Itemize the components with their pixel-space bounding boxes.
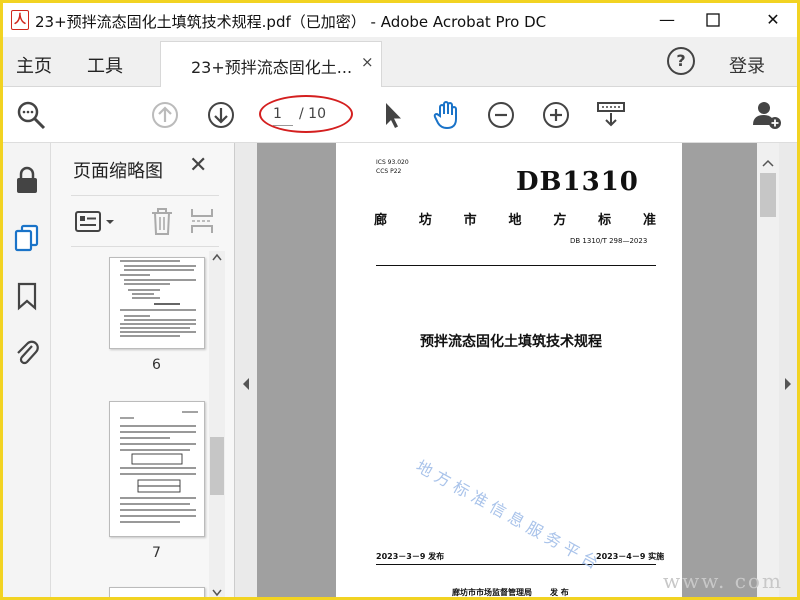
db-code: DB1310 — [516, 167, 639, 197]
window-title: 23+预拌流态固化土填筑技术规程.pdf（已加密） - Adobe Acroba… — [35, 13, 547, 31]
zoom-out-icon[interactable] — [485, 99, 517, 131]
region-char: 标 — [598, 213, 612, 228]
region-heading: 廊 坊 市 地 方 标 准 — [374, 209, 656, 229]
thumbnail-panel: 页面缩略图 ✕ 6 7 — [51, 143, 235, 597]
menu-home[interactable]: 主页 — [16, 52, 52, 78]
document-tab-label: 23+预拌流态固化土... — [191, 58, 353, 77]
zoom-search-icon[interactable] — [15, 99, 47, 131]
ics-code: ICS 93.020 — [376, 159, 409, 166]
page-thumbnails-icon[interactable] — [13, 223, 41, 253]
minimize-button[interactable]: — — [653, 7, 681, 33]
footer-rule — [376, 564, 656, 565]
region-char: 地 — [508, 213, 522, 228]
page-thumbnail[interactable] — [109, 587, 205, 597]
thumbnail-label: 7 — [152, 545, 161, 561]
region-char: 坊 — [418, 213, 432, 228]
help-icon[interactable]: ? — [667, 47, 695, 75]
share-user-icon[interactable] — [751, 99, 783, 131]
scrollbar-thumb[interactable] — [210, 437, 224, 495]
login-button[interactable]: 登录 — [729, 52, 765, 78]
document-tab[interactable]: 23+预拌流态固化土... × — [160, 41, 382, 87]
thumbnail-options-icon[interactable] — [75, 210, 119, 234]
scrollbar-thumb[interactable] — [760, 173, 776, 217]
tool-rail — [3, 143, 51, 597]
tab-close-button[interactable]: × — [361, 53, 374, 71]
header-rule — [376, 265, 656, 266]
toolbar: 1 / 10 — [3, 87, 797, 143]
delete-page-icon[interactable] — [149, 206, 175, 236]
issuer: 廊坊市市场监督管理局 — [452, 588, 532, 597]
page-thumbnail[interactable] — [109, 257, 205, 349]
bookmark-icon[interactable] — [13, 281, 41, 311]
left-collapse-strip[interactable] — [235, 143, 257, 597]
region-char: 方 — [553, 213, 567, 228]
tab-bar: 主页 工具 23+预拌流态固化土... × ? 登录 — [3, 37, 797, 87]
thumbnail-content — [120, 411, 198, 523]
standard-number: DB 1310/T 298—2023 — [570, 237, 648, 245]
publish-date: 2023－3－9 发布 — [376, 552, 445, 561]
pdf-page: ICS 93.020 CCS P22 DB1310 廊 坊 市 地 方 标 准 … — [336, 143, 682, 597]
scroll-up-icon[interactable] — [212, 253, 222, 261]
region-char: 市 — [463, 213, 477, 228]
ccs-code: CCS P22 — [376, 168, 402, 175]
panel-title: 页面缩略图 — [73, 161, 163, 182]
thumbnail-label: 6 — [152, 357, 161, 373]
menu-tools[interactable]: 工具 — [87, 52, 123, 78]
attachment-icon[interactable] — [13, 337, 41, 367]
zoom-in-icon[interactable] — [540, 99, 572, 131]
previous-page-icon[interactable] — [149, 99, 181, 131]
issuer-action: 发 布 — [550, 588, 569, 597]
thumbnail-scrollbar[interactable] — [209, 251, 225, 597]
collapse-left-icon[interactable] — [241, 377, 251, 391]
app-window: 人 23+预拌流态固化土填筑技术规程.pdf（已加密） - Adobe Acro… — [0, 0, 800, 600]
insert-page-icon[interactable] — [189, 206, 215, 236]
lock-icon[interactable] — [13, 165, 41, 195]
document-title: 预拌流态固化土填筑技术规程 — [420, 334, 602, 350]
page-display-icon[interactable] — [595, 99, 627, 131]
panel-toolbar — [71, 195, 219, 247]
expand-right-icon[interactable] — [783, 377, 793, 391]
close-window-button[interactable]: ✕ — [759, 7, 787, 33]
corner-watermark: www. com — [663, 569, 783, 593]
scroll-up-icon[interactable] — [762, 159, 774, 167]
right-collapse-strip[interactable] — [779, 143, 797, 597]
region-char: 准 — [642, 213, 656, 228]
page-thumbnail[interactable] — [109, 401, 205, 537]
thumbnail-content — [120, 260, 196, 337]
maximize-button[interactable] — [699, 7, 727, 33]
panel-close-button[interactable]: ✕ — [189, 153, 207, 178]
maximize-icon — [706, 13, 720, 27]
next-page-icon[interactable] — [205, 99, 237, 131]
title-bar: 人 23+预拌流态固化土填筑技术规程.pdf（已加密） - Adobe Acro… — [3, 3, 797, 37]
document-scrollbar[interactable] — [757, 143, 779, 597]
scroll-down-icon[interactable] — [212, 589, 222, 597]
hand-tool-icon[interactable] — [431, 99, 463, 131]
region-char: 廊 — [374, 213, 388, 228]
red-highlight-circle — [259, 95, 353, 133]
acrobat-icon: 人 — [11, 10, 29, 30]
select-arrow-icon[interactable] — [377, 99, 409, 131]
document-viewer: ICS 93.020 CCS P22 DB1310 廊 坊 市 地 方 标 准 … — [235, 143, 797, 597]
